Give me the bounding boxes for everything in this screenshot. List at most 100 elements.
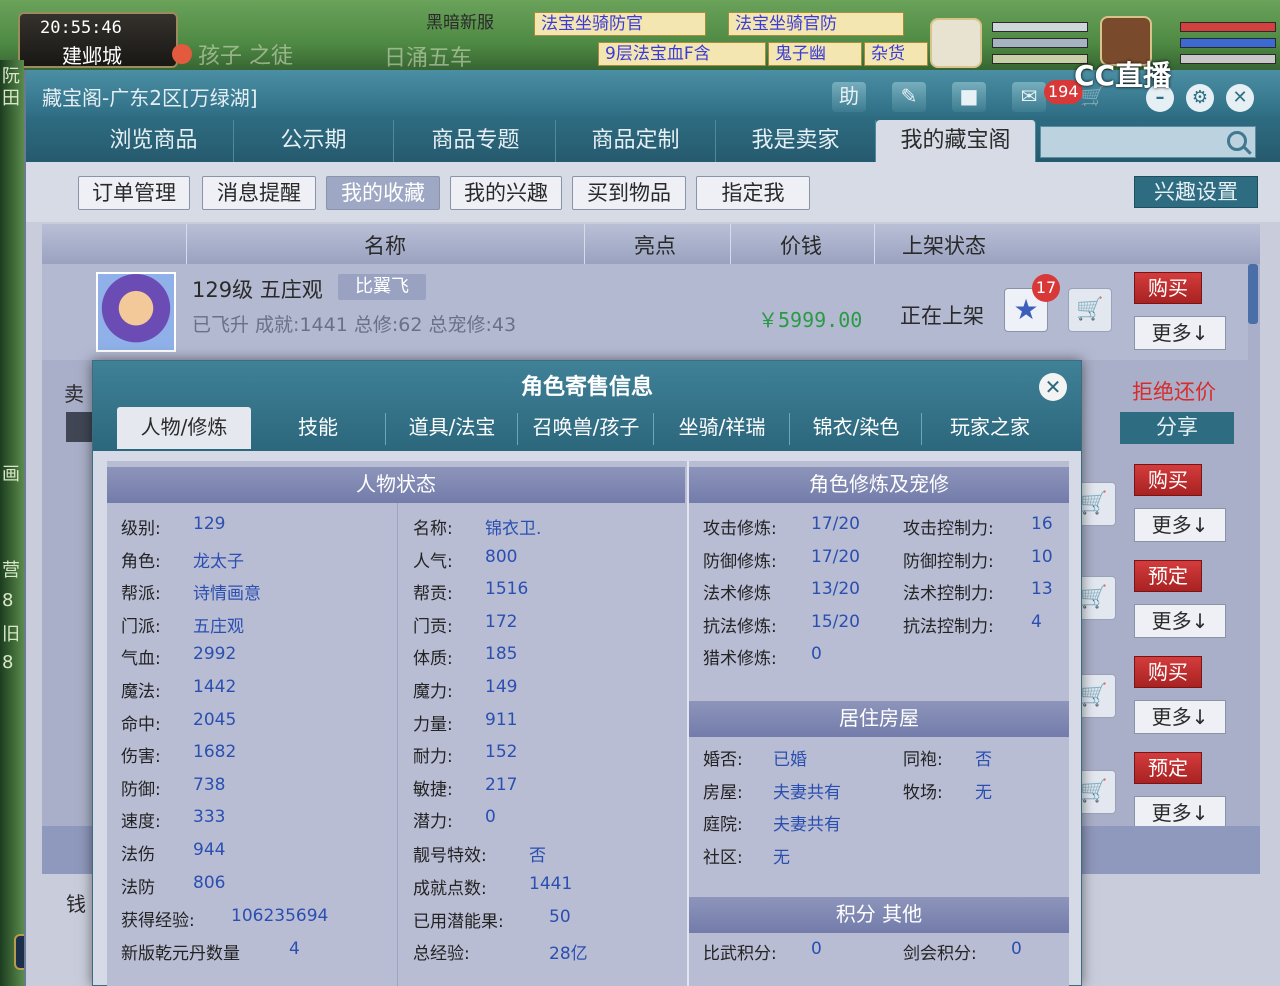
reserve-button[interactable]: 预定 — [1134, 560, 1202, 592]
order-management-button[interactable]: 订单管理 — [78, 176, 190, 210]
field-value: 2045 — [193, 709, 237, 730]
field-label: 速度: — [121, 812, 161, 833]
mp-bar — [992, 38, 1088, 48]
header-name: 名称 — [364, 234, 406, 258]
field-value: 无 — [773, 847, 790, 868]
field-value: 10 — [1031, 546, 1053, 567]
edit-icon[interactable]: ✎ — [892, 82, 926, 112]
list-item[interactable]: 129级 五庄观 比翼飞 已飞升 成就:1441 总修:62 总宠修:43 ￥5… — [42, 264, 1248, 360]
section-score-header: 积分 其他 — [689, 897, 1069, 933]
close-icon[interactable]: ✕ — [1039, 373, 1067, 401]
news-tab[interactable]: 法宝坐骑防官 — [534, 12, 706, 36]
news-tab[interactable]: 法宝坐骑官防 — [728, 12, 904, 36]
field-label: 门贡: — [413, 616, 453, 637]
field-value: 0 — [1011, 939, 1022, 959]
field-value: 149 — [485, 677, 518, 697]
search-input[interactable] — [1040, 126, 1256, 158]
more-button[interactable]: 更多↓ — [1134, 796, 1226, 830]
left-hud-strip — [0, 60, 24, 986]
help-button[interactable]: 助 — [832, 82, 866, 112]
my-favorites-button[interactable]: 我的收藏 — [326, 176, 440, 210]
field-label: 攻击修炼: — [703, 519, 777, 539]
news-tab[interactable]: 杂货 — [864, 42, 928, 66]
field-value: 否 — [529, 846, 546, 866]
left-hud-label: 田 — [2, 88, 20, 109]
item-price: ￥5999.00 — [758, 308, 863, 332]
field-label: 体质: — [413, 649, 453, 670]
buy-button[interactable]: 购买 — [1134, 272, 1202, 304]
title-bar: 藏宝阁-广东2区[万绿湖] 助 ✎ ■ ✉ 194 🛒 – ⚙ ✕ CC直播 — [26, 59, 1280, 116]
field-value: 无 — [975, 782, 992, 803]
character-avatar[interactable] — [96, 272, 176, 352]
favorite-count-badge: 17 — [1032, 274, 1060, 302]
tab-publicity[interactable]: 公示期 — [234, 120, 394, 162]
buy-button[interactable]: 购买 — [1134, 464, 1202, 496]
field-label: 气血: — [121, 649, 161, 670]
field-label: 角色: — [121, 551, 161, 572]
close-icon[interactable]: ✕ — [1226, 84, 1254, 112]
section-cultivation-header: 角色修炼及宠修 — [689, 467, 1069, 503]
field-label: 法伤 — [121, 845, 155, 865]
game-clock: 20:55:46 — [40, 18, 122, 38]
news-ticker: 黑暗新服 — [426, 13, 494, 33]
tab-skills[interactable]: 技能 — [251, 407, 385, 449]
chat-icon[interactable]: ✉ — [1012, 82, 1046, 112]
scrollbar-thumb[interactable] — [1248, 264, 1258, 324]
stop-icon[interactable]: ■ — [952, 82, 986, 112]
tab-pets-children[interactable]: 召唤兽/孩子 — [519, 407, 653, 449]
field-label: 牧场: — [903, 782, 943, 803]
field-value: 17/20 — [811, 546, 860, 567]
news-tab[interactable]: 9层法宝血F含 — [598, 42, 766, 66]
assigned-to-me-button[interactable]: 指定我 — [696, 176, 810, 210]
share-button[interactable]: 分享 — [1120, 412, 1234, 444]
tab-outfits[interactable]: 锦衣/染色 — [791, 407, 921, 449]
tab-mounts[interactable]: 坐骑/祥瑞 — [655, 407, 789, 449]
field-label: 法术修炼 — [703, 584, 771, 605]
field-value: 172 — [485, 611, 518, 632]
tab-topics[interactable]: 商品专题 — [396, 120, 556, 162]
left-hud-label: 8 — [2, 590, 14, 611]
more-button[interactable]: 更多↓ — [1134, 508, 1226, 542]
item-title[interactable]: 129级 五庄观 — [192, 274, 323, 304]
field-label: 潜力: — [413, 812, 453, 833]
tab-player-home[interactable]: 玩家之家 — [923, 407, 1057, 449]
header-price: 价钱 — [780, 234, 822, 258]
my-interests-button[interactable]: 我的兴趣 — [450, 176, 562, 210]
field-label: 庭院: — [703, 815, 743, 836]
field-label: 靓号特效: — [413, 846, 487, 866]
buy-button[interactable]: 购买 — [1134, 656, 1202, 688]
add-to-cart-button[interactable]: 🛒 — [1068, 288, 1112, 332]
more-button[interactable]: 更多↓ — [1134, 700, 1226, 734]
search-icon[interactable] — [1227, 131, 1247, 151]
more-button[interactable]: 更多↓ — [1134, 604, 1226, 638]
item-status: 正在上架 — [900, 304, 984, 328]
tab-my-treasure[interactable]: 我的藏宝阁 — [876, 120, 1036, 162]
item-tag: 比翼飞 — [338, 274, 426, 300]
panda-icon[interactable] — [930, 18, 982, 68]
field-value: 1682 — [193, 742, 237, 763]
tab-custom[interactable]: 商品定制 — [556, 120, 716, 162]
item-summary: 已飞升 成就:1441 总修:62 总宠修:43 — [192, 314, 517, 336]
field-label: 名称: — [413, 519, 453, 539]
tab-character-cultivation[interactable]: 人物/修炼 — [117, 407, 251, 449]
header-status: 上架状态 — [902, 234, 986, 258]
purchased-items-button[interactable]: 买到物品 — [572, 176, 686, 210]
tab-browse[interactable]: 浏览商品 — [74, 120, 234, 162]
news-tab[interactable]: 鬼子幽 — [768, 42, 862, 66]
tab-divider — [385, 413, 386, 445]
section-status-header: 人物状态 — [107, 467, 685, 503]
more-button[interactable]: 更多↓ — [1134, 316, 1226, 350]
field-value: 16 — [1031, 514, 1053, 534]
reserve-button[interactable]: 预定 — [1134, 752, 1202, 784]
list-header: 名称 亮点 价钱 上架状态 — [42, 224, 1260, 264]
field-label: 猎术修炼: — [703, 649, 777, 670]
interest-settings-button[interactable]: 兴趣设置 — [1134, 176, 1258, 208]
field-value: 4 — [289, 939, 300, 959]
message-alert-button[interactable]: 消息提醒 — [202, 176, 316, 210]
field-value: 0 — [811, 939, 822, 959]
gear-icon[interactable]: ⚙ — [1186, 84, 1214, 112]
sp-bar — [1180, 54, 1276, 64]
tab-items-treasures[interactable]: 道具/法宝 — [387, 407, 517, 449]
field-value: 806 — [193, 872, 226, 893]
tab-seller[interactable]: 我是卖家 — [716, 120, 876, 162]
